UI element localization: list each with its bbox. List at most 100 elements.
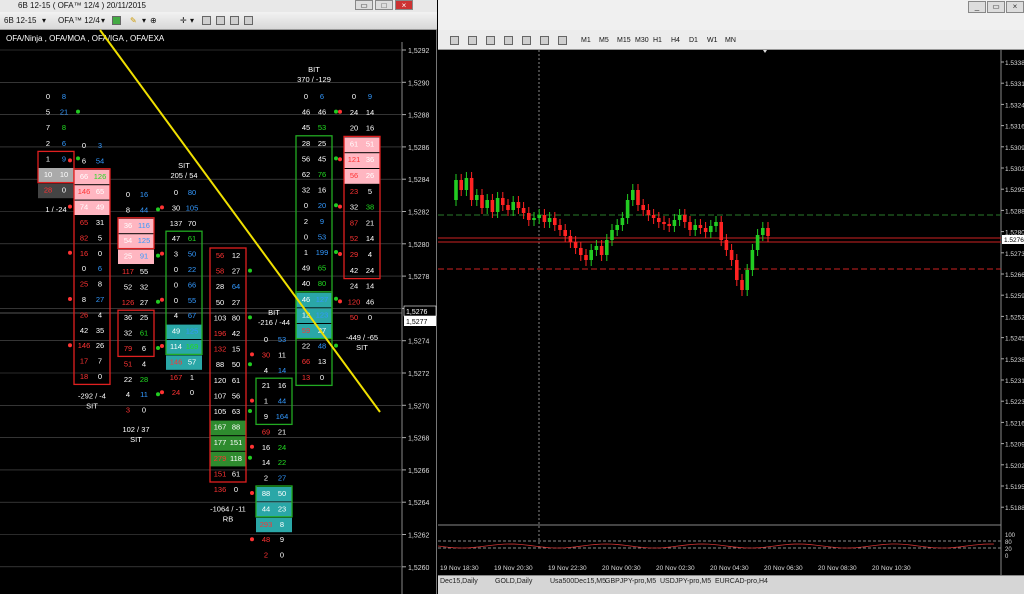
right-price-axis-label: 1.5209 — [1005, 442, 1024, 449]
chart-tab[interactable]: GOLD,Daily — [495, 578, 532, 585]
signal-dot — [156, 392, 160, 397]
timeframe-m5-button[interactable]: M5 — [599, 35, 609, 47]
timeframe-h4-button[interactable]: H4 — [671, 35, 680, 47]
candle-body — [615, 225, 619, 230]
footprint-bid-volume: 0 — [126, 190, 130, 199]
footprint-ask-volume: 125 — [186, 327, 199, 336]
chart-tab[interactable]: GBPJPY-pro,M5 — [605, 578, 656, 585]
signal-dot — [76, 109, 80, 114]
candle-body — [527, 213, 531, 220]
shift-icon[interactable] — [540, 36, 549, 45]
footprint-ask-volume: 53 — [318, 123, 326, 132]
timeframe-w1-button[interactable]: W1 — [707, 35, 718, 47]
right-price-axis-label: 1.5216 — [1005, 420, 1024, 427]
right-price-axis-label: 1.5309 — [1005, 145, 1024, 152]
candle-body — [594, 246, 599, 250]
footprint-bid-volume: 52 — [124, 282, 132, 291]
timeframe-d1-button[interactable]: D1 — [689, 35, 698, 47]
mt-restore-button[interactable]: ▭ — [987, 1, 1005, 13]
footprint-ask-volume: 5 — [98, 233, 102, 242]
bar-delta-footer: -1064 / -11 — [210, 505, 246, 514]
candle-body — [459, 180, 463, 190]
grid-icon[interactable] — [504, 36, 513, 45]
chart-tab[interactable]: Dec15,Daily — [440, 578, 478, 585]
candle-body — [735, 260, 739, 280]
candlestick-chart-window: _ ▭ × M1 M5 M15 M30 H1 H4 D1 W1 MN 1.5338 1.5331 1… — [438, 0, 1024, 594]
footprint-ask-volume: 6 — [142, 344, 146, 353]
price-axis-label: 1,5290 — [408, 80, 430, 87]
footprint-bid-volume: 42 — [80, 326, 88, 335]
timeframe-m1-button[interactable]: M1 — [581, 35, 591, 47]
footprint-bid-volume: 45 — [302, 123, 310, 132]
signal-dot — [334, 296, 338, 301]
footprint-bar[interactable]: 0 168 4436 11654 12525 91117 5552 32126 2736 2532… — [117, 190, 160, 444]
right-price-axis-label: 1.5266 — [1005, 272, 1024, 279]
timeframe-h1-button[interactable]: H1 — [653, 35, 662, 47]
footprint-ask-volume: 27 — [232, 267, 240, 276]
autoscroll-icon[interactable] — [522, 36, 531, 45]
footprint-bid-volume: 7 — [46, 123, 50, 132]
crosshair-icon[interactable] — [450, 36, 459, 45]
footprint-bid-volume: 17 — [80, 357, 88, 366]
chart-tab[interactable]: EURCAD-pro,H4 — [715, 578, 768, 585]
footprint-ask-volume: 57 — [188, 357, 196, 366]
footprint-ask-volume: 9 — [280, 535, 284, 544]
footprint-ask-volume: 28 — [140, 375, 148, 384]
footprint-ask-volume: 55 — [188, 296, 196, 305]
footprint-bar[interactable]: 0 5330 114 1421 161 449 16469 2116 2414 222 2788 50… — [250, 308, 293, 560]
indicators-icon[interactable] — [558, 36, 567, 45]
footprint-ask-volume: 116 — [138, 221, 150, 230]
footprint-ask-volume: 36 — [366, 155, 374, 164]
footprint-ask-volume: 61 — [188, 234, 196, 243]
chart-tab[interactable]: USDJPY-pro,M5 — [660, 578, 711, 585]
footprint-bid-volume: 16 — [80, 249, 88, 258]
footprint-ask-volume: 5 — [368, 187, 372, 196]
signal-dot — [338, 109, 342, 114]
current-price-label: 1,5277 — [406, 319, 428, 326]
footprint-ask-volume: 8 — [98, 280, 102, 289]
footprint-bid-volume: 36 — [124, 221, 132, 230]
timeframe-m15-button[interactable]: M15 — [617, 35, 631, 47]
footprint-bid-volume: 50 — [350, 313, 358, 322]
orderflow-plot[interactable]: 1,5292 1,5290 1,5288 1,5286 1,5284 1,5282 1,52… — [0, 0, 437, 594]
footprint-ask-volume: 8 — [280, 520, 284, 529]
candle-body — [516, 202, 521, 208]
footprint-bid-volume: 2 — [46, 139, 50, 148]
footprint-bar[interactable]: 0 6 46 46 45 53 28 25 56 45 62 76 32 16 0 20 2 9 0 53 1 199 49… — [295, 65, 338, 387]
footprint-bid-volume: 0 — [304, 232, 308, 241]
footprint-ask-volume: 25 — [318, 139, 326, 148]
footprint-bar[interactable]: 0 36 5466 126146 6574 4965 3182 516 00 625 88 2726 4… — [68, 141, 111, 410]
zoom-in-icon[interactable] — [468, 36, 477, 45]
mt-close-button[interactable]: × — [1006, 1, 1024, 13]
footprint-ask-volume: 21 — [278, 427, 286, 436]
candle-body — [620, 218, 625, 225]
timeframe-mn-button[interactable]: MN — [725, 35, 736, 47]
zoom-out-icon[interactable] — [486, 36, 495, 45]
chart-tab[interactable]: Usa500Dec15,M5 — [550, 578, 606, 585]
footprint-ask-volume: 6 — [62, 139, 66, 148]
signal-dot — [68, 343, 72, 348]
footprint-bar[interactable]: 56 12 58 27 28 64 50 27 103 80 196 42 132 15 88 50 120 61… — [209, 247, 252, 524]
footprint-bid-volume: 48 — [262, 535, 270, 544]
candle-body — [703, 228, 708, 232]
footprint-ask-volume: 6 — [320, 92, 324, 101]
footprint-bar[interactable]: 0 8030 105137 7047 613 500 220 660 554 6749 125114… — [160, 161, 203, 397]
timeframe-m30-button[interactable]: M30 — [635, 35, 649, 47]
footprint-ask-volume: 9 — [368, 92, 372, 101]
footprint-ask-volume: 70 — [188, 219, 196, 228]
footprint-bid-volume: 4 — [126, 390, 130, 399]
price-axis-label: 1,5286 — [408, 145, 430, 152]
footprint-bid-volume: 24 — [172, 388, 180, 397]
candlestick-plot[interactable]: 1.5338 1.5331 1.5324 1.5316 1.5309 1.5302 1.52… — [438, 50, 1024, 575]
footprint-ask-volume: 61 — [232, 376, 240, 385]
candle-body — [573, 242, 578, 248]
footprint-bid-volume: 6 — [82, 156, 86, 165]
price-axis-label: 1,5262 — [408, 533, 430, 540]
footprint-bid-volume: 126 — [122, 298, 135, 307]
footprint-bid-volume: 79 — [124, 344, 132, 353]
footprint-bid-volume: 88 — [262, 489, 270, 498]
footprint-bid-volume: 25 — [80, 280, 88, 289]
footprint-bid-volume: 105 — [214, 407, 227, 416]
footprint-bid-volume: 24 — [350, 108, 358, 117]
mt-minimize-button[interactable]: _ — [968, 1, 986, 13]
